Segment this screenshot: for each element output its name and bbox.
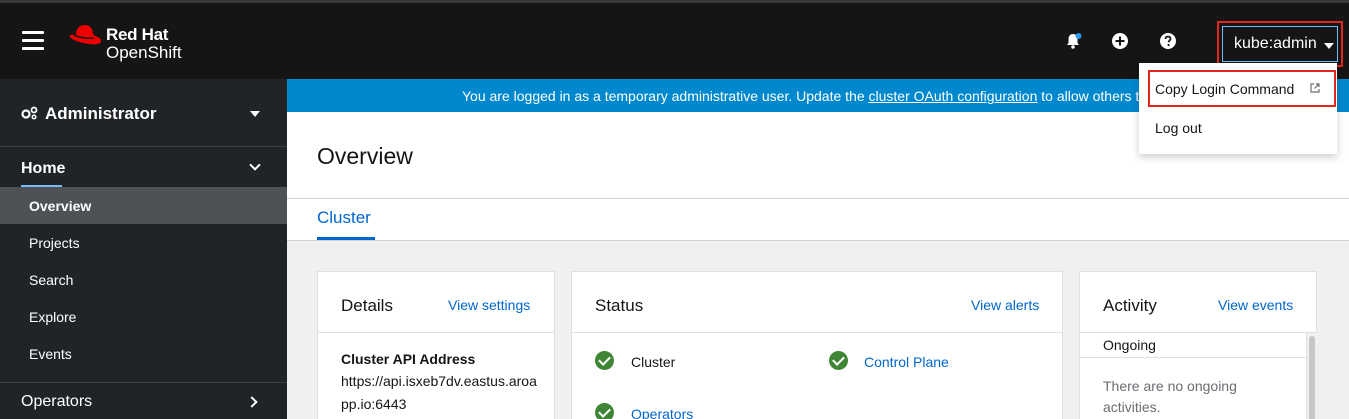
log-out-item[interactable]: Log out [1139,109,1337,145]
no-activity-text: There are no ongoing activities. [1103,378,1237,415]
user-dropdown-menu: Copy Login Command Log out [1139,63,1337,154]
chevron-right-icon [246,396,258,408]
check-circle-icon [595,403,614,419]
menu-item-label: Copy Login Command [1155,81,1295,97]
ongoing-header: Ongoing [1080,333,1306,358]
bell-icon[interactable] [1064,32,1082,50]
user-menu-toggle[interactable]: kube:admin [1222,26,1338,62]
sidebar-item-label: Explore [29,309,77,325]
chevron-down-icon [249,159,261,171]
cogs-icon [21,106,38,120]
user-menu-highlight: kube:admin [1217,21,1343,67]
hamburger-icon[interactable] [22,31,44,51]
sidebar-item-search[interactable]: Search [0,261,287,298]
banner-text: You are logged in as a temporary adminis… [462,88,869,104]
caret-down-icon [250,111,260,117]
sidebar-item-overview[interactable]: Overview [0,187,287,224]
brand-line-2: OpenShift [106,43,182,62]
red-hat-icon [69,25,101,45]
divider [287,198,1349,199]
question-circle-icon[interactable] [1159,32,1177,50]
view-events-link[interactable]: View events [1218,297,1293,313]
sidebar-item-events[interactable]: Events [0,335,287,372]
perspective-label: Administrator [45,104,157,123]
check-circle-icon [595,351,614,370]
nav-section-home[interactable]: Home [0,149,287,188]
tab-cluster[interactable]: Cluster [317,208,371,228]
status-cluster: Cluster [631,354,676,370]
check-circle-icon [829,351,848,370]
plus-circle-icon[interactable] [1111,32,1129,50]
card-title: Status [595,296,644,315]
status-control-plane-link[interactable]: Control Plane [864,354,949,370]
user-name: kube:admin [1234,35,1317,52]
red-hat-openshift-logo[interactable]: Red Hat OpenShift [68,21,198,65]
status-card: Status View alerts Cluster Control Plane… [571,271,1063,419]
view-settings-link[interactable]: View settings [448,297,530,313]
card-title: Details [341,296,393,315]
card-header: Status View alerts [572,272,1062,333]
nav-section-label: Home [21,160,66,177]
nav-section-operators[interactable]: Operators [0,382,287,419]
activity-card: Activity View events Ongoing There are n… [1079,271,1317,419]
external-link-icon [1310,83,1320,93]
sidebar-item-label: Events [29,346,72,362]
brand-line-1: Red Hat [106,25,169,44]
tab-active-indicator [317,237,375,240]
view-alerts-link[interactable]: View alerts [971,297,1039,313]
card-header: Details View settings [318,272,554,333]
menu-item-label: Log out [1155,120,1202,136]
scrollbar-thumb[interactable] [1309,336,1315,419]
activity-scrollbar[interactable] [1306,333,1317,419]
oauth-config-link[interactable]: cluster OAuth configuration [869,88,1038,104]
nav-section-label: Operators [21,393,93,410]
card-title: Activity [1103,296,1157,315]
sidebar-item-label: Overview [29,198,92,214]
status-operators-link[interactable]: Operators [631,406,693,419]
sidebar-item-label: Search [29,272,74,288]
copy-login-command-item[interactable]: Copy Login Command [1139,70,1337,107]
sidebar: Administrator Home Overview Projects Sea… [0,79,287,419]
caret-down-icon [1324,43,1334,49]
sidebar-item-label: Projects [29,235,80,251]
sidebar-item-explore[interactable]: Explore [0,298,287,335]
cluster-api-label: Cluster API Address [341,351,476,367]
sidebar-item-projects[interactable]: Projects [0,224,287,261]
details-card: Details View settings Cluster API Addres… [317,271,555,419]
cluster-api-value: https://api.isxeb7dv.eastus.aroapp.io:64… [341,373,537,412]
page-title: Overview [317,143,413,169]
perspective-switcher[interactable]: Administrator [0,79,287,147]
card-header: Activity View events [1080,272,1316,333]
